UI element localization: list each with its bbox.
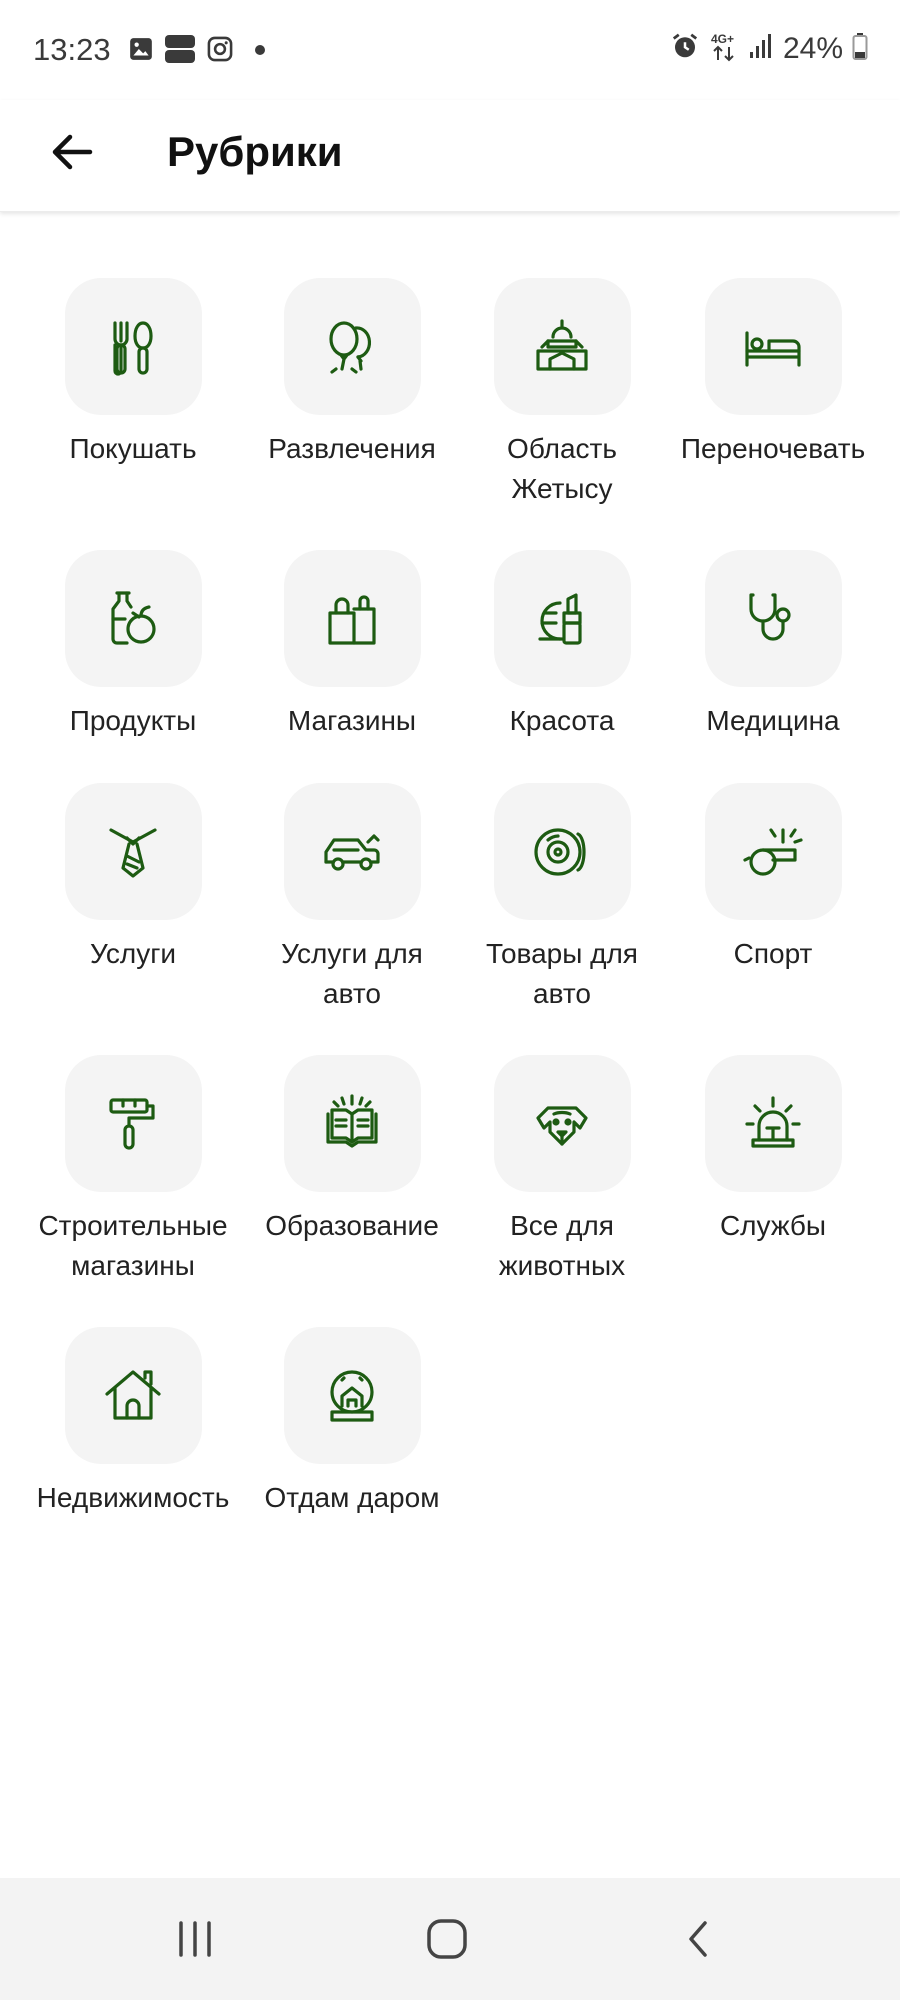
stethoscope-icon bbox=[749, 592, 791, 641]
category-emergency-services[interactable]: Службы bbox=[663, 1055, 883, 1246]
category-education[interactable]: Образование bbox=[242, 1055, 462, 1246]
category-label: Медицина bbox=[706, 705, 840, 736]
category-label: Услуги bbox=[89, 938, 177, 969]
snow-globe-icon bbox=[330, 1369, 374, 1422]
recent-apps-button[interactable] bbox=[150, 1904, 240, 1974]
category-label: Недвижимость bbox=[36, 1482, 230, 1513]
gallery-icon bbox=[128, 36, 154, 67]
dot-icon bbox=[254, 43, 266, 61]
fork-spoon-icon bbox=[113, 320, 153, 376]
brake-disc-icon bbox=[534, 827, 586, 876]
svg-text:4G+: 4G+ bbox=[711, 32, 734, 46]
tie-icon bbox=[109, 827, 157, 878]
category-label: Красота bbox=[509, 705, 615, 736]
app-icon bbox=[164, 34, 196, 69]
category-tile bbox=[283, 783, 421, 920]
category-lodging[interactable]: Переночевать bbox=[663, 278, 883, 469]
category-label: Покушать bbox=[69, 433, 197, 464]
category-tile bbox=[64, 278, 202, 415]
category-tile bbox=[283, 1055, 421, 1192]
category-tile bbox=[64, 550, 202, 687]
instagram-icon bbox=[206, 35, 234, 68]
home-button[interactable] bbox=[402, 1904, 492, 1974]
page-title: Рубрики bbox=[167, 128, 343, 175]
category-label: Спорт bbox=[733, 938, 813, 969]
category-pets[interactable]: Все для животных bbox=[452, 1055, 672, 1286]
category-tile bbox=[64, 783, 202, 920]
category-tile bbox=[704, 1055, 842, 1192]
category-tile bbox=[283, 550, 421, 687]
category-giveaway[interactable]: Отдам даром bbox=[242, 1327, 462, 1518]
recent-apps-icon bbox=[179, 1921, 211, 1957]
category-label: Все для животных bbox=[498, 1210, 626, 1281]
category-label: Область Жетысу bbox=[507, 433, 617, 504]
whistle-icon bbox=[743, 827, 803, 876]
category-tile bbox=[493, 1055, 631, 1192]
category-entertainment[interactable]: Развлечения bbox=[242, 278, 462, 469]
dog-icon bbox=[536, 1105, 588, 1146]
groceries-icon bbox=[111, 590, 156, 645]
category-beauty[interactable]: Красота bbox=[452, 550, 672, 741]
network-icon: 4G+ bbox=[709, 30, 739, 67]
category-medicine[interactable]: Медицина bbox=[663, 550, 883, 741]
lipstick-icon bbox=[538, 592, 582, 645]
bed-icon bbox=[745, 330, 801, 367]
alarm-icon bbox=[670, 31, 700, 66]
category-label: Отдам даром bbox=[264, 1482, 440, 1513]
category-label: Образование bbox=[265, 1210, 439, 1241]
shopping-bags-icon bbox=[328, 594, 376, 645]
back-button[interactable] bbox=[38, 118, 106, 186]
category-tile bbox=[283, 1327, 421, 1464]
category-label: Продукты bbox=[69, 705, 197, 736]
siren-icon bbox=[745, 1095, 801, 1148]
status-bar: 13:23 4G+ 24% bbox=[0, 0, 900, 100]
category-eat[interactable]: Покушать bbox=[23, 278, 243, 469]
nav-back-button[interactable] bbox=[654, 1904, 744, 1974]
category-label: Строительные магазины bbox=[38, 1210, 228, 1281]
category-groceries[interactable]: Продукты bbox=[23, 550, 243, 741]
building-icon bbox=[536, 318, 588, 371]
system-nav-bar bbox=[0, 1878, 900, 2000]
arrow-left-icon bbox=[52, 134, 93, 170]
category-building-stores[interactable]: Строительные магазины bbox=[23, 1055, 243, 1286]
balloons-icon bbox=[329, 320, 372, 374]
category-zhetysu-region[interactable]: Область Жетысу bbox=[452, 278, 672, 509]
back-icon bbox=[689, 1921, 707, 1957]
category-services[interactable]: Услуги bbox=[23, 783, 243, 974]
open-book-icon bbox=[326, 1093, 378, 1148]
battery-icon bbox=[852, 32, 868, 65]
status-right-icons: 4G+ 24% bbox=[670, 30, 868, 67]
category-tile bbox=[283, 278, 421, 415]
category-label: Услуги для авто bbox=[281, 938, 423, 1009]
home-icon bbox=[427, 1919, 467, 1959]
category-tile bbox=[704, 278, 842, 415]
category-tile bbox=[64, 1327, 202, 1464]
car-icon bbox=[324, 833, 380, 871]
category-label: Товары для авто bbox=[486, 938, 638, 1009]
category-tile bbox=[704, 550, 842, 687]
category-tile bbox=[493, 278, 631, 415]
category-auto-services[interactable]: Услуги для авто bbox=[242, 783, 462, 1014]
paint-roller-icon bbox=[109, 1097, 155, 1150]
category-label: Службы bbox=[719, 1210, 827, 1241]
category-tile bbox=[493, 783, 631, 920]
status-time: 13:23 bbox=[33, 32, 111, 67]
category-tile bbox=[704, 783, 842, 920]
category-tile bbox=[64, 1055, 202, 1192]
category-sport[interactable]: Спорт bbox=[663, 783, 883, 974]
house-icon bbox=[105, 1369, 161, 1420]
category-tile bbox=[493, 550, 631, 687]
category-label: Развлечения bbox=[268, 433, 436, 464]
category-auto-goods[interactable]: Товары для авто bbox=[452, 783, 672, 1014]
category-label: Магазины bbox=[287, 705, 417, 736]
battery-percent: 24% bbox=[782, 31, 843, 65]
category-real-estate[interactable]: Недвижимость bbox=[23, 1327, 243, 1518]
signal-icon bbox=[748, 32, 774, 65]
notification-icons bbox=[128, 34, 266, 69]
category-shops[interactable]: Магазины bbox=[242, 550, 462, 741]
category-label: Переночевать bbox=[680, 433, 866, 464]
app-bar: Рубрики bbox=[0, 100, 900, 212]
